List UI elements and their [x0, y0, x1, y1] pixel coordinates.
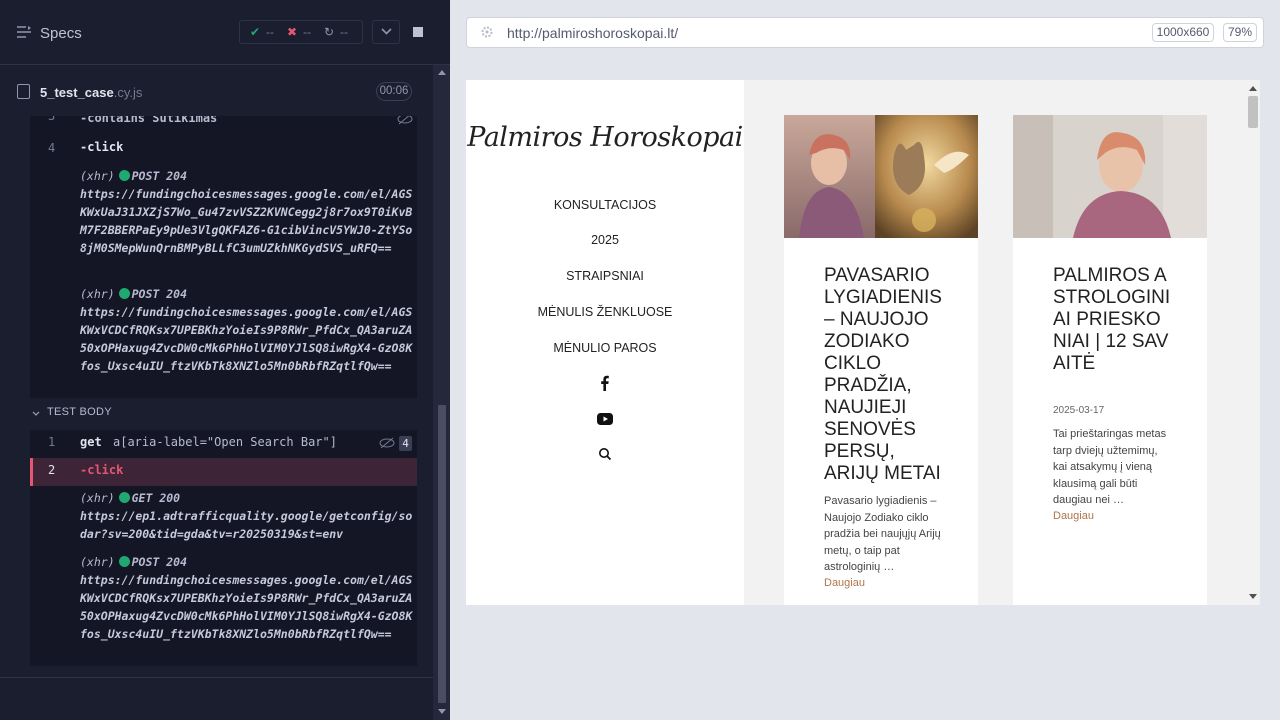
test-runner-panel: Specs ✔ -- ✖ -- ↻ -- 5_test_case.cy.js 0… [0, 0, 450, 720]
zoom-badge: 79% [1223, 23, 1257, 42]
nav-item-2025[interactable]: 2025 [466, 233, 744, 247]
url-text[interactable]: http://palmiroshoroskopai.lt/ [507, 25, 678, 41]
scroll-up-icon[interactable] [437, 68, 447, 76]
nav-item-konsultacijos[interactable]: KONSULTACIJOS [466, 198, 744, 212]
scroll-up-icon[interactable] [1249, 85, 1257, 91]
scroll-down-icon[interactable] [437, 708, 447, 716]
xhr-log-entry[interactable]: (xhr) POST 204 https://fundingchoicesmess… [80, 285, 415, 375]
status-dot [118, 170, 130, 181]
xhr-url: https://fundingchoicesmessages.google.co… [80, 187, 413, 255]
post-date: 2025-03-17 [1053, 405, 1105, 416]
pending-count: -- [340, 25, 348, 39]
xhr-status: GET 200 [131, 491, 181, 505]
element-count-badge: 4 [399, 436, 412, 451]
xhr-status: POST 204 [131, 287, 188, 301]
status-dot [118, 556, 130, 567]
xhr-log-entry[interactable]: (xhr) GET 200 https://ep1.adtrafficqualit… [80, 489, 415, 543]
post-thumbnail[interactable] [784, 115, 978, 238]
xhr-url: https://ep1.adtrafficquality.google/getc… [80, 509, 413, 541]
xhr-label: (xhr) [80, 555, 115, 569]
eye-hidden-icon [379, 437, 395, 449]
post-image [1013, 115, 1207, 238]
nav-item-menulio-paros[interactable]: MĖNULIO PAROS [466, 341, 744, 355]
site-sidebar: Palmiros Horoskopai KONSULTACIJOS 2025 S… [466, 80, 744, 605]
xhr-url: https://fundingchoicesmessages.google.co… [80, 573, 413, 641]
xhr-log-entry[interactable]: (xhr) POST 204 https://fundingchoicesmess… [80, 167, 415, 257]
line-number: 4 [48, 141, 56, 155]
line-number: 2 [48, 463, 56, 477]
command-click[interactable]: -click [80, 140, 123, 154]
stop-icon [413, 27, 423, 37]
site-logo[interactable]: Palmiros Horoskopai [466, 122, 744, 153]
xhr-label: (xhr) [80, 287, 115, 301]
command-selector: a[aria-label="Open Search Bar"] [113, 435, 337, 449]
aut-iframe: Palmiros Horoskopai KONSULTACIJOS 2025 S… [466, 80, 1260, 605]
passed-count: -- [266, 25, 274, 39]
pending-icon: ↻ [324, 25, 335, 39]
command-contains[interactable]: -contains Sutikimas [80, 116, 217, 125]
post-card[interactable]: PALMIROS ASTROLOGINIAI PRIESKONIAI | 12 … [1013, 115, 1207, 605]
fail-icon: ✖ [287, 25, 298, 39]
command-click[interactable]: -click [80, 463, 123, 477]
specs-header: Specs ✔ -- ✖ -- ↻ -- [0, 0, 450, 65]
aut-scroll-thumb[interactable] [1248, 96, 1258, 128]
file-name-text: 5_test_case [40, 85, 114, 100]
failed-count: -- [303, 25, 311, 39]
read-more-link[interactable]: Daugiau [1053, 510, 1094, 522]
test-body-commands: 1 get a[aria-label="Open Search Bar"] 4 … [30, 430, 417, 666]
eye-hidden-icon [397, 116, 413, 125]
xhr-label: (xhr) [80, 491, 115, 505]
post-thumbnail[interactable] [1013, 115, 1207, 238]
chevron-down-button[interactable] [372, 20, 400, 44]
facebook-icon[interactable] [596, 375, 614, 391]
youtube-icon[interactable] [596, 411, 614, 427]
aut-scrollbar[interactable] [1244, 84, 1260, 604]
xhr-status: POST 204 [131, 555, 188, 569]
duration-badge: 00:06 [376, 82, 412, 101]
test-stats: ✔ -- ✖ -- ↻ -- [239, 20, 363, 44]
post-title[interactable]: PAVASARIO LYGIADIENIS – NAUJOJO ZODIAKO … [824, 265, 949, 485]
specs-title[interactable]: Specs [40, 25, 82, 42]
xhr-label: (xhr) [80, 169, 115, 183]
post-image [784, 115, 978, 238]
gear-icon [481, 26, 493, 38]
scroll-down-icon[interactable] [1249, 594, 1257, 600]
xhr-log-entry[interactable]: (xhr) POST 204 https://fundingchoicesmess… [80, 553, 415, 643]
before-hook-commands: 3 -contains Sutikimas 4 -click (xhr) POST… [30, 116, 417, 398]
post-excerpt: Tai prieštaringas metas tarp dviejų užte… [1053, 428, 1167, 507]
line-number: 1 [48, 435, 56, 449]
file-ext-text: .cy.js [113, 85, 143, 100]
xhr-url: https://fundingchoicesmessages.google.co… [80, 305, 413, 373]
search-icon[interactable] [596, 446, 614, 462]
command-get[interactable]: get [80, 435, 102, 449]
menu-list-icon[interactable] [17, 26, 31, 38]
read-more-link[interactable]: Daugiau [824, 577, 865, 589]
viewport-size-badge: 1000x660 [1152, 23, 1214, 42]
line-number: 3 [48, 116, 56, 123]
test-body-header[interactable]: TEST BODY [47, 406, 112, 418]
collapse-chevron-icon[interactable] [32, 411, 40, 417]
status-dot [118, 288, 130, 299]
check-icon: ✔ [250, 25, 261, 39]
divider [0, 677, 433, 678]
spec-file-name: 5_test_case.cy.js [40, 85, 142, 100]
stop-button[interactable] [403, 20, 431, 44]
nav-item-menulis-zenkluose[interactable]: MĖNULIS ŽENKLUOSE [466, 305, 744, 319]
file-icon [17, 84, 30, 99]
post-card[interactable]: PAVASARIO LYGIADIENIS – NAUJOJO ZODIAKO … [784, 115, 978, 605]
post-excerpt: Pavasario lygiadienis – Naujojo Zodiako … [824, 495, 941, 574]
nav-item-straipsniai[interactable]: STRAIPSNIAI [466, 269, 744, 283]
post-title[interactable]: PALMIROS ASTROLOGINIAI PRIESKONIAI | 12 … [1053, 265, 1171, 375]
chevron-down-icon [381, 28, 392, 35]
status-dot [118, 492, 130, 503]
xhr-status: POST 204 [131, 169, 188, 183]
reporter-scroll-thumb[interactable] [438, 405, 446, 703]
